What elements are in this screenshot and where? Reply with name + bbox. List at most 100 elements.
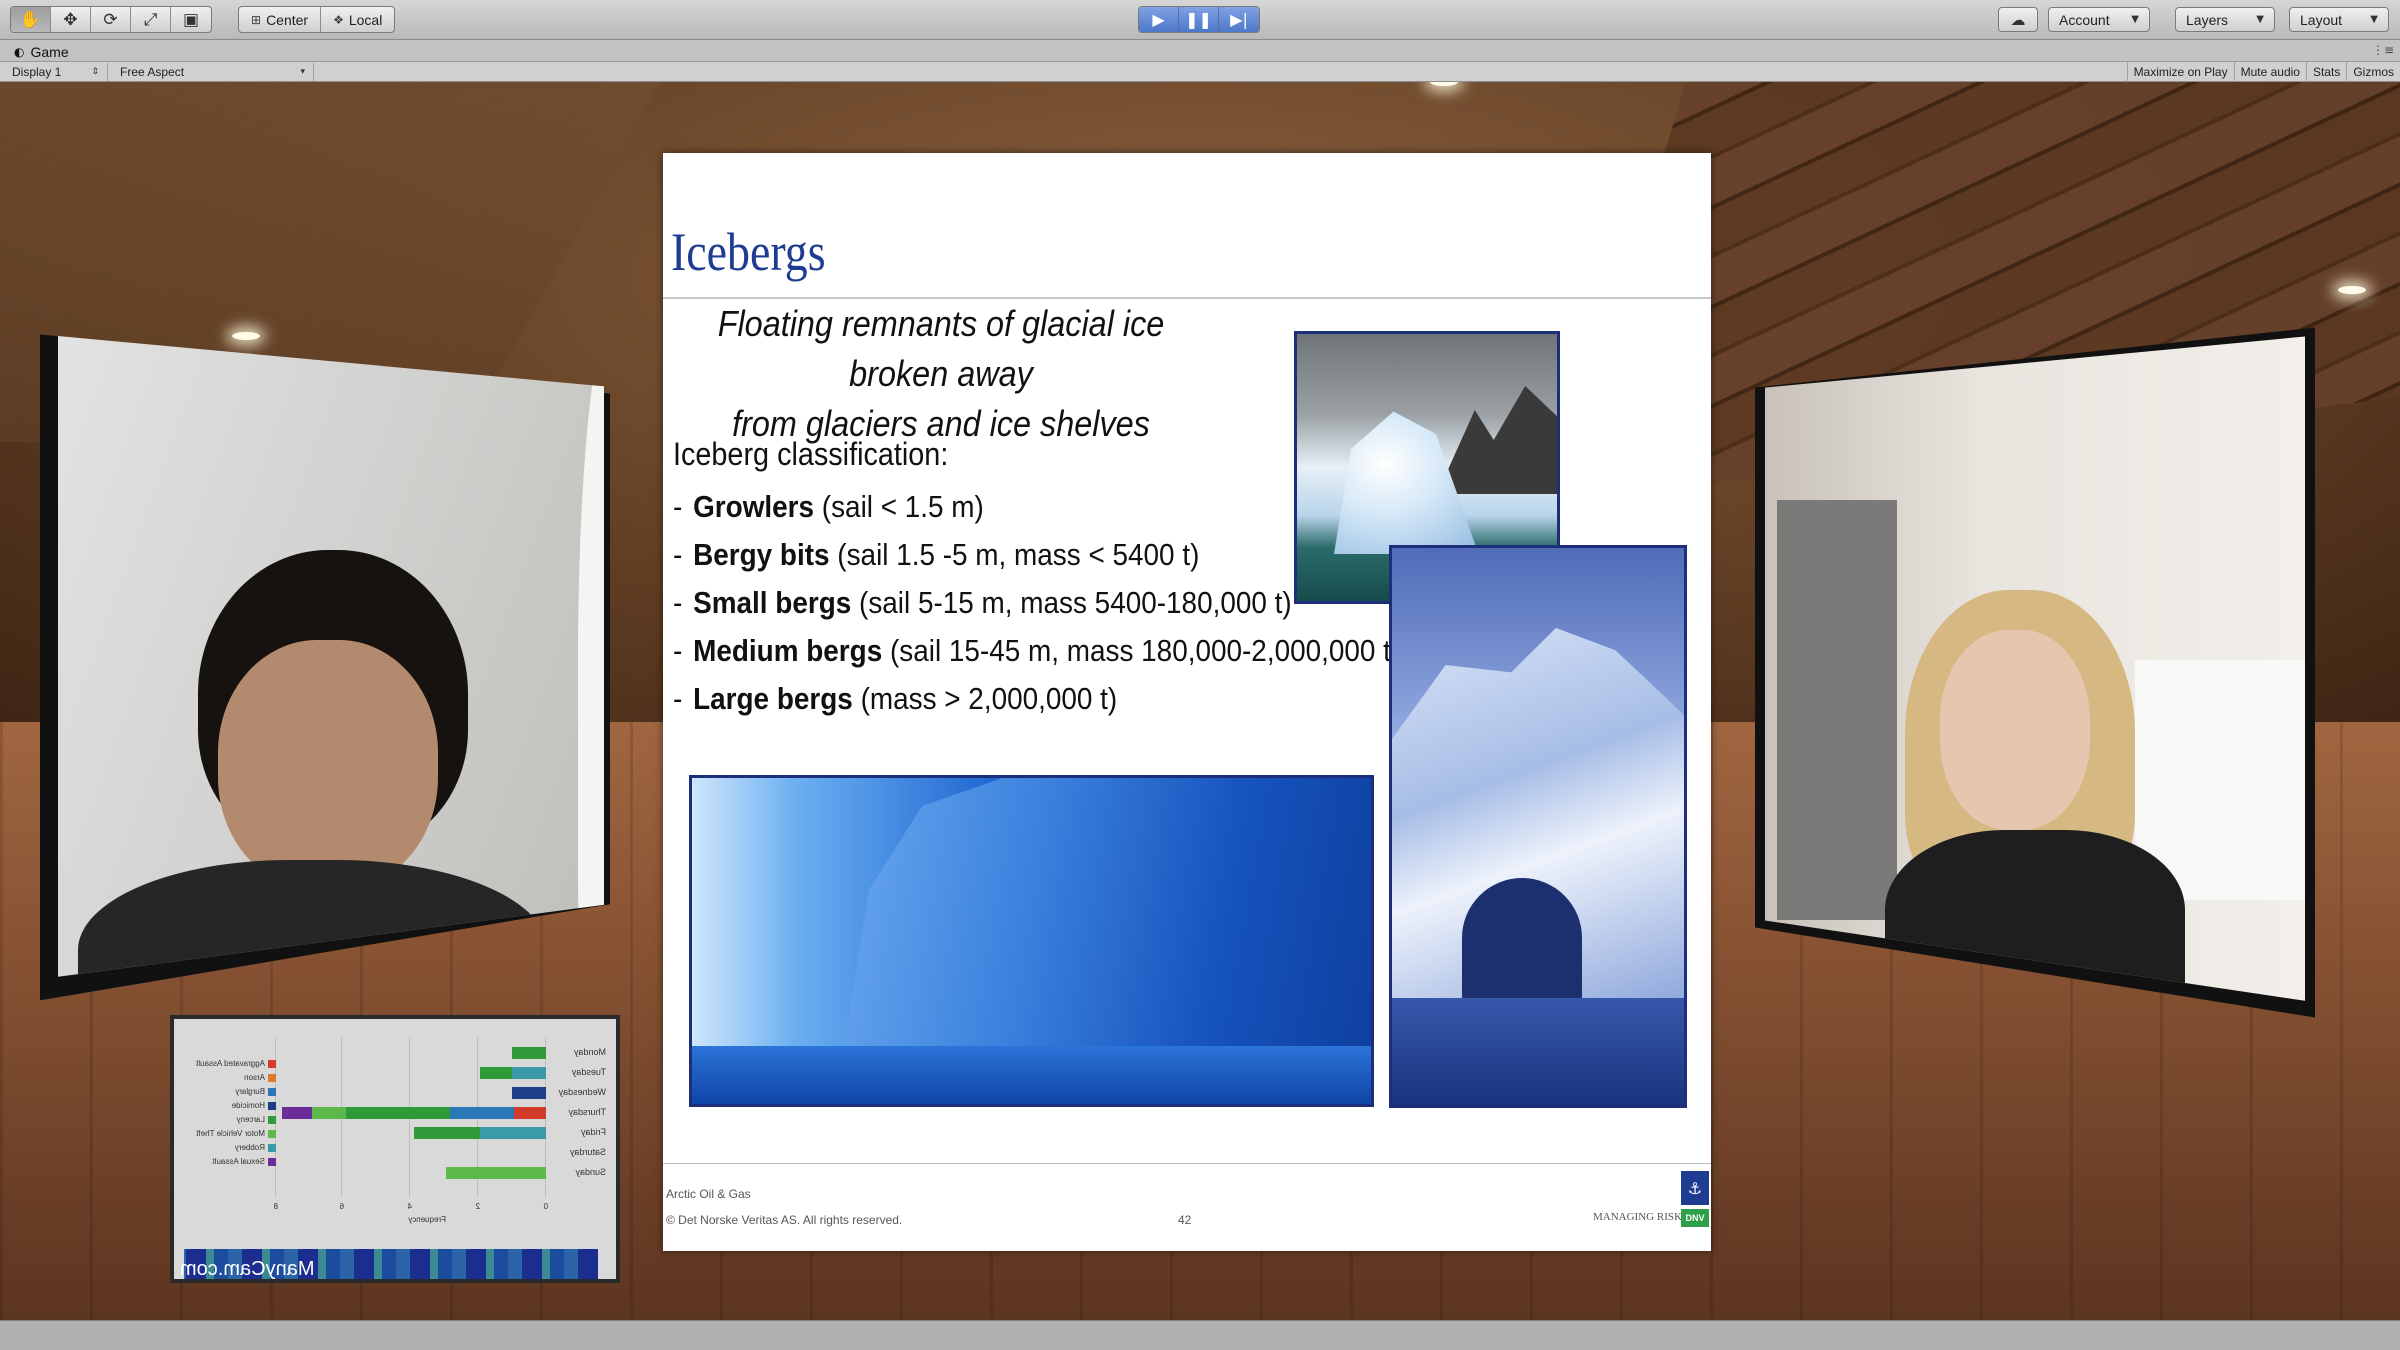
- hand-tool-icon[interactable]: ✋: [11, 7, 51, 32]
- x-axis-label: Frequency: [408, 1215, 446, 1224]
- account-label: Account: [2059, 11, 2110, 28]
- footer-course: Arctic Oil & Gas: [666, 1187, 751, 1201]
- day-label: Sunday: [575, 1167, 606, 1177]
- dnv-logo: ⚓ DNV: [1681, 1171, 1709, 1231]
- bar-tuesday: [480, 1067, 546, 1079]
- game-tab-icon: ◐: [14, 45, 25, 59]
- pivot-center-button[interactable]: ⊞ Center: [239, 7, 322, 32]
- iceberg-photo-tall: [1389, 545, 1687, 1108]
- list-item: - Medium bergs (sail 15-45 m, mass 180,00…: [673, 633, 1401, 668]
- mute-audio-toggle[interactable]: Mute audio: [2233, 62, 2306, 82]
- pivot-local-label: Local: [348, 11, 383, 28]
- ceiling-light: [2338, 286, 2366, 294]
- layout-label: Layout: [2300, 11, 2343, 28]
- legend-item: Motor Vehicle Theft: [196, 1129, 276, 1138]
- aspect-caret-icon: ▾: [300, 67, 305, 77]
- game-view-options: Display 1 ⇕ Free Aspect ▾ Maximize on Pl…: [0, 62, 2400, 82]
- pivot-center-label: Center: [266, 11, 309, 28]
- slide-title: Icebergs: [671, 222, 826, 282]
- tick-label: 6: [339, 1202, 344, 1211]
- game-tab-label: Game: [30, 44, 69, 60]
- day-label: Friday: [580, 1127, 606, 1137]
- gizmos-dropdown[interactable]: Gizmos: [2346, 62, 2400, 82]
- day-label: Tuesday: [571, 1067, 606, 1077]
- legend-item: Burglary: [235, 1087, 276, 1096]
- webcam-feed-right: [1765, 336, 2305, 1001]
- maximize-on-play-toggle[interactable]: Maximize on Play: [2126, 62, 2234, 82]
- footer-copyright: © Det Norske Veritas AS. All rights rese…: [666, 1213, 903, 1227]
- pivot-center-icon: ⊞: [251, 12, 262, 27]
- managing-risk-text: MANAGING RISK: [1593, 1211, 1682, 1223]
- pivot-toggles: ⊞ Center ❖ Local: [238, 6, 396, 33]
- day-label: Thursday: [568, 1107, 606, 1117]
- iceberg-photo-wide: [689, 775, 1374, 1107]
- account-caret-icon: ▼: [2131, 14, 2139, 25]
- rotate-tool-icon[interactable]: ⟳: [91, 7, 131, 32]
- aspect-dropdown[interactable]: Free Aspect ▾: [112, 63, 314, 81]
- move-tool-icon[interactable]: ✥: [51, 7, 91, 32]
- tab-menu-icon[interactable]: ⋮≡: [2372, 43, 2394, 57]
- slide-subtitle: Floating remnants of glacial ice broken …: [671, 299, 1211, 449]
- account-dropdown[interactable]: Account ▼: [2048, 7, 2150, 32]
- list-item: - Small bergs (sail 5-15 m, mass 5400-180…: [673, 585, 1292, 620]
- stats-toggle[interactable]: Stats: [2305, 62, 2346, 82]
- subtitle-line-1: Floating remnants of glacial ice broken …: [717, 303, 1165, 394]
- dnv-logo-icon: ⚓: [1681, 1171, 1709, 1205]
- list-item: - Large bergs (mass > 2,000,000 t): [673, 681, 1118, 716]
- tick-label: 0: [543, 1202, 548, 1211]
- legend-item: Arson: [244, 1073, 276, 1082]
- footer-divider: [663, 1163, 1711, 1164]
- layers-label: Layers: [2186, 11, 2229, 28]
- display-dropdown[interactable]: Display 1 ⇕: [4, 63, 108, 81]
- classification-heading: Iceberg classification:: [673, 436, 949, 472]
- legend-item: Aggravated Assault: [196, 1059, 276, 1068]
- day-label: Wednesday: [558, 1087, 606, 1097]
- webcam-feed-left: [58, 336, 604, 977]
- game-view-toggles: Maximize on Play Mute audio Stats Gizmos: [2126, 62, 2400, 82]
- pivot-local-icon: ❖: [333, 12, 344, 27]
- bar-friday: [414, 1127, 546, 1139]
- shared-screen-monitor: Monday Tuesday Wednesday Thursday Friday…: [170, 1015, 620, 1283]
- layers-dropdown[interactable]: Layers ▼: [2175, 7, 2275, 32]
- pivot-local-button[interactable]: ❖ Local: [321, 7, 394, 32]
- cloud-icon[interactable]: ☁: [1998, 7, 2038, 32]
- layout-caret-icon: ▼: [2370, 14, 2378, 25]
- layout-dropdown[interactable]: Layout ▼: [2289, 7, 2389, 32]
- rect-tool-icon[interactable]: ▣: [171, 7, 211, 32]
- play-controls: ▶ ❚❚ ▶|: [1138, 6, 1260, 33]
- list-item: - Bergy bits (sail 1.5 -5 m, mass < 5400 …: [673, 537, 1200, 572]
- list-item: - Growlers (sail < 1.5 m): [673, 489, 984, 524]
- bar-monday: [512, 1047, 546, 1059]
- tick-label: 2: [475, 1202, 480, 1211]
- unity-toolbar: ✋ ✥ ⟳ ⤢ ▣ ⊞ Center ❖ Local ▶ ❚❚ ▶| ☁ Acc…: [0, 0, 2400, 40]
- play-button-icon[interactable]: ▶: [1139, 7, 1179, 32]
- manycam-watermark: ManyCam.com: [180, 1258, 350, 1284]
- step-button-icon[interactable]: ▶|: [1219, 7, 1259, 32]
- aspect-label: Free Aspect: [120, 65, 185, 79]
- tick-label: 8: [273, 1202, 278, 1211]
- legend-item: Robbery: [235, 1143, 276, 1152]
- display-label: Display 1: [12, 65, 62, 79]
- legend-item: Homicide: [232, 1101, 276, 1110]
- transform-tools: ✋ ✥ ⟳ ⤢ ▣: [10, 6, 212, 33]
- bar-thursday: [282, 1107, 546, 1119]
- pause-button-icon[interactable]: ❚❚: [1179, 7, 1219, 32]
- game-tab-bar: ◐ Game ⋮≡: [0, 40, 2400, 62]
- bar-wednesday: [512, 1087, 546, 1099]
- scale-tool-icon[interactable]: ⤢: [131, 7, 171, 32]
- day-label: Monday: [573, 1047, 606, 1057]
- day-label: Saturday: [569, 1147, 606, 1157]
- layers-caret-icon: ▼: [2256, 14, 2264, 25]
- ceiling-light: [232, 332, 260, 340]
- legend-item: Sexual Assault: [213, 1157, 276, 1166]
- bar-sunday: [446, 1167, 546, 1179]
- mirrored-screen: Monday Tuesday Wednesday Thursday Friday…: [174, 1019, 616, 1279]
- tab-game[interactable]: ◐ Game: [6, 42, 77, 62]
- dnv-logo-text: DNV: [1681, 1209, 1709, 1227]
- doorway: [1777, 500, 1897, 920]
- person-face: [218, 640, 438, 890]
- manycam-label: ManyCam.com: [180, 1258, 315, 1280]
- page-number: 42: [1178, 1213, 1192, 1227]
- legend-item: Larceny: [237, 1115, 276, 1124]
- tick-label: 4: [407, 1202, 412, 1211]
